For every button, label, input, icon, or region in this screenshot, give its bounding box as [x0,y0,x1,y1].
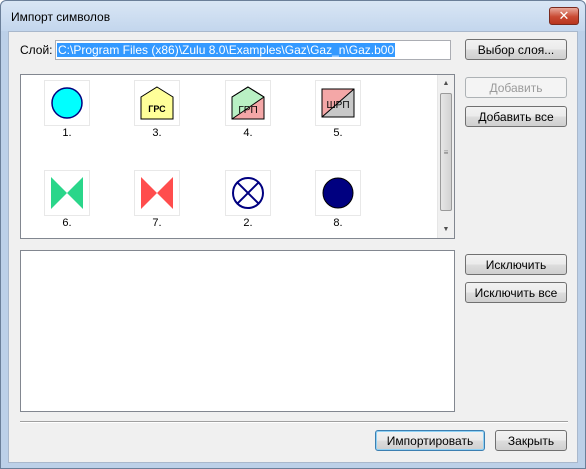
scroll-thumb[interactable]: ≡ [440,93,452,211]
grip-icon: ≡ [443,147,449,157]
grs-text: ГРС [148,104,166,114]
grs-pentagon-icon: ГРС [134,80,180,126]
grp-text: ГРП [238,105,257,116]
window-title: Импорт символов [11,10,111,24]
symbols-vertical-scrollbar[interactable]: ▲ ≡ ▼ [437,75,454,238]
symbol-caption: 2. [243,217,253,229]
import-button[interactable]: Импортировать [375,430,485,451]
symbol-item[interactable]: 8. [313,170,363,230]
symbol-caption: 3. [152,127,162,139]
navy-circle-icon [315,170,361,216]
selected-symbols-list[interactable] [20,250,455,412]
shrp-square-icon: ШРП [315,80,361,126]
crossed-circle-icon [225,170,271,216]
select-layer-button[interactable]: Выбор слоя... [465,39,567,60]
exclude-button[interactable]: Исключить [465,254,567,275]
scroll-up-arrow-icon[interactable]: ▲ [438,75,454,92]
symbol-item[interactable]: ГРП 4. [223,80,273,140]
symbol-caption: 1. [62,127,72,139]
scroll-down-arrow-icon[interactable]: ▼ [438,221,454,238]
layer-path-field[interactable]: C:\Program Files (x86)\Zulu 8.0\Examples… [55,40,451,60]
green-valve-icon [44,170,90,216]
symbol-item[interactable]: 2. [223,170,273,230]
symbol-caption: 6. [62,217,72,229]
add-button[interactable]: Добавить [465,77,567,98]
import-symbols-dialog: Импорт символов ✕ Слой: C:\Program Files… [0,0,586,469]
symbol-caption: 4. [243,127,253,139]
close-button[interactable]: Закрыть [495,430,567,451]
available-symbols-list[interactable]: 1. ГРС 3. ГРП 4. ШРП 5. 6. 7. 2. 8. ▲ ≡ … [20,74,455,239]
add-all-button[interactable]: Добавить все [465,106,567,127]
symbol-item[interactable]: 7. [132,170,182,230]
symbol-caption: 8. [333,217,343,229]
cyan-circle-icon [44,80,90,126]
symbol-item[interactable]: ГРС 3. [132,80,182,140]
symbol-caption: 7. [152,217,162,229]
title-bar: Импорт символов ✕ [1,1,585,31]
close-icon: ✕ [558,8,570,23]
symbol-item[interactable]: ШРП 5. [313,80,363,140]
dialog-client-area: Слой: C:\Program Files (x86)\Zulu 8.0\Ex… [8,31,578,463]
shrp-text: ШРП [326,100,349,111]
exclude-all-button[interactable]: Исключить все [465,282,567,303]
close-window-button[interactable]: ✕ [549,7,579,25]
symbol-item[interactable]: 6. [42,170,92,230]
grp-pentagon-icon: ГРП [225,80,271,126]
symbol-caption: 5. [333,127,343,139]
layer-label: Слой: [20,43,53,57]
layer-path-value: C:\Program Files (x86)\Zulu 8.0\Examples… [57,43,396,57]
footer-divider [20,421,568,423]
red-valve-icon [134,170,180,216]
symbol-item[interactable]: 1. [42,80,92,140]
